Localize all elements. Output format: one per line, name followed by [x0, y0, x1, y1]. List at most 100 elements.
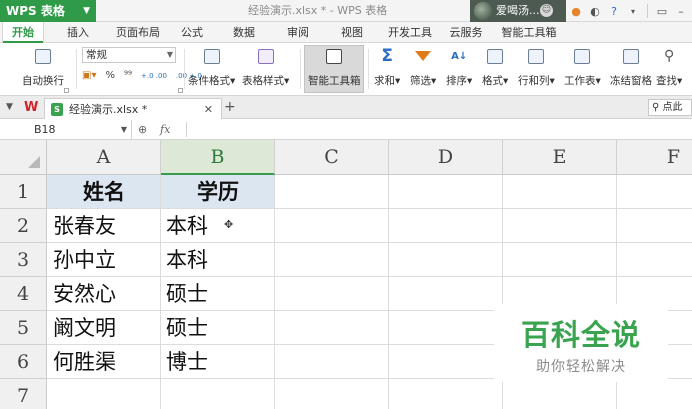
- new-tab-icon[interactable]: +: [224, 96, 236, 119]
- select-all-corner[interactable]: [0, 140, 47, 175]
- tab-home[interactable]: 开始: [2, 22, 44, 44]
- row-header-2[interactable]: 2: [0, 209, 47, 243]
- cell-b2[interactable]: 本科: [166, 209, 208, 243]
- minimize-icon[interactable]: –: [673, 3, 689, 19]
- sigma-icon: Σ: [381, 46, 393, 66]
- search-placeholder: 点此: [662, 102, 683, 113]
- sort-button[interactable]: A↓ 排序▾: [446, 46, 472, 88]
- cell-b3[interactable]: 本科: [166, 243, 208, 277]
- chevron-down-icon[interactable]: ▼: [121, 120, 127, 139]
- chevron-down-icon[interactable]: ▾: [625, 3, 641, 19]
- tab-review[interactable]: 审阅: [276, 22, 320, 43]
- cell-a2[interactable]: 张春友: [53, 209, 116, 243]
- conditional-format-icon: [203, 48, 220, 64]
- cell-b4[interactable]: 硕士: [166, 277, 208, 311]
- title-bar: WPS 表格 ▼ 经验演示.xlsx * - WPS 表格 爱喝汤... ☺ ●…: [0, 0, 692, 22]
- sum-button[interactable]: Σ 求和▾: [374, 46, 400, 88]
- chevron-down-icon: ▼: [83, 6, 90, 16]
- restore-window-icon[interactable]: ▭: [654, 3, 670, 19]
- find-label: 查找: [656, 75, 677, 87]
- tab-cloud[interactable]: 云服务: [444, 22, 488, 43]
- cell-a5[interactable]: 阚文明: [53, 311, 116, 345]
- name-box[interactable]: B18 ▼: [0, 120, 132, 139]
- tab-data[interactable]: 数据: [222, 22, 266, 43]
- help-icon[interactable]: ?: [606, 3, 622, 19]
- percent-button[interactable]: %: [105, 70, 115, 81]
- column-header-c[interactable]: C: [275, 140, 389, 175]
- row-col-button[interactable]: 行和列▾: [518, 46, 555, 88]
- app-name: WPS 表格: [6, 4, 65, 18]
- cell-a3[interactable]: 孙中立: [53, 243, 116, 277]
- avatar: [474, 2, 492, 20]
- divider: [368, 49, 369, 89]
- share-icon[interactable]: ◐: [587, 3, 603, 19]
- zoom-icon[interactable]: ⊕: [138, 119, 147, 140]
- group-launcher-icon[interactable]: [178, 88, 183, 93]
- gridline: [47, 208, 692, 209]
- cell-b5[interactable]: 硕士: [166, 311, 208, 345]
- skin-icon[interactable]: ●: [568, 3, 584, 19]
- number-format-select[interactable]: 常规 ▼: [82, 47, 176, 63]
- row-header-1[interactable]: 1: [0, 175, 47, 209]
- row-header-6[interactable]: 6: [0, 345, 47, 379]
- find-button[interactable]: ⚲ 查找▾: [656, 46, 682, 88]
- divider: [300, 49, 301, 89]
- column-header-e[interactable]: E: [503, 140, 617, 175]
- row-header-5[interactable]: 5: [0, 311, 47, 345]
- column-header-d[interactable]: D: [389, 140, 503, 175]
- tab-page-layout[interactable]: 页面布局: [108, 22, 168, 43]
- app-menu-button[interactable]: WPS 表格 ▼: [0, 0, 96, 22]
- window-title: 经验演示.xlsx * - WPS 表格: [248, 4, 388, 17]
- smiley-icon: ☺: [540, 4, 553, 17]
- currency-icon[interactable]: ▣▾: [82, 70, 96, 81]
- close-icon[interactable]: ✕: [204, 99, 213, 120]
- title-bar-icons: ● ◐ ? ▾ ▭ –: [568, 0, 689, 22]
- cell-a6[interactable]: 何胜渠: [53, 345, 116, 379]
- tab-formulas[interactable]: 公式: [170, 22, 214, 43]
- chevron-down-icon: ▼: [166, 50, 173, 59]
- autowrap-button[interactable]: 自动换行: [22, 46, 64, 88]
- watermark-logo: 百科全说 助你轻松解决: [494, 304, 668, 382]
- row-header-3[interactable]: 3: [0, 243, 47, 277]
- insert-function-button[interactable]: fx: [160, 119, 170, 140]
- tab-developer[interactable]: 开发工具: [380, 22, 440, 43]
- conditional-format-label: 条件格式: [188, 75, 230, 87]
- funnel-icon: [415, 51, 432, 61]
- smart-toolbox-button[interactable]: 智能工具箱: [308, 46, 361, 88]
- conditional-format-button[interactable]: 条件格式▾: [188, 46, 235, 88]
- comma-button[interactable]: ⁹⁹: [124, 70, 132, 81]
- gridline: [47, 276, 692, 277]
- cell-b1[interactable]: 学历: [161, 175, 275, 209]
- chevron-down-icon[interactable]: ▼: [6, 96, 13, 119]
- smart-toolbox-label: 智能工具箱: [308, 75, 361, 87]
- search-input[interactable]: ⚲ 点此: [648, 99, 692, 116]
- number-format-value: 常规: [86, 49, 107, 61]
- tab-smart-toolbox[interactable]: 智能工具箱: [494, 22, 564, 43]
- wps-logo-icon[interactable]: W: [24, 100, 40, 115]
- document-tab[interactable]: S 经验演示.xlsx * ✕: [44, 98, 222, 119]
- column-header-a[interactable]: A: [47, 140, 161, 175]
- cell-a4[interactable]: 安然心: [53, 277, 116, 311]
- cell-a1[interactable]: 姓名: [47, 175, 161, 209]
- format-label: 格式: [482, 75, 503, 87]
- tab-insert[interactable]: 插入: [56, 22, 100, 43]
- freeze-panes-button[interactable]: 冻结窗格: [610, 46, 652, 88]
- filter-button[interactable]: 筛选▾: [410, 46, 436, 88]
- worksheet-button[interactable]: 工作表▾: [564, 46, 601, 88]
- row-header-7[interactable]: 7: [0, 379, 47, 409]
- gridline: [274, 175, 275, 409]
- tab-view[interactable]: 视图: [330, 22, 374, 43]
- search-icon: ⚲: [652, 102, 660, 113]
- group-launcher-icon[interactable]: [64, 88, 69, 93]
- divider: [186, 122, 187, 137]
- column-header-b[interactable]: B: [161, 140, 275, 175]
- format-button[interactable]: 格式▾: [482, 46, 508, 88]
- row-header-4[interactable]: 4: [0, 277, 47, 311]
- user-account[interactable]: 爱喝汤... ☺: [470, 0, 566, 22]
- column-header-f[interactable]: F: [617, 140, 692, 175]
- increase-decimal-button[interactable]: +.0 .00: [141, 72, 167, 80]
- table-style-button[interactable]: 表格样式▾: [242, 46, 289, 88]
- cell-b6[interactable]: 博士: [166, 345, 208, 379]
- sum-label: 求和: [374, 75, 395, 87]
- gridline: [388, 175, 389, 409]
